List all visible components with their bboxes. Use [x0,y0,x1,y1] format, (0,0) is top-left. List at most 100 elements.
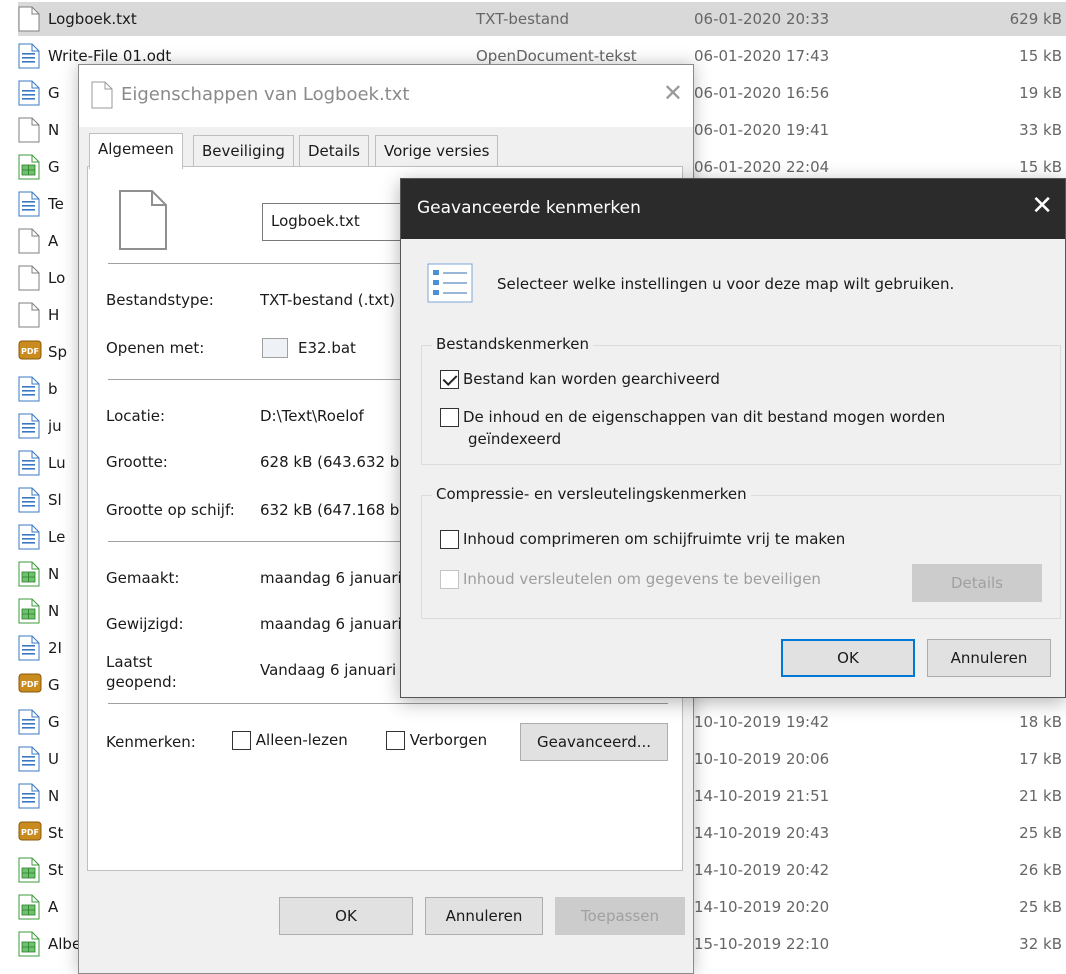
file-date: 06-01-2020 16:56 [694,84,830,102]
advanced-intro-text: Selecteer welke instellingen u voor deze… [497,275,955,293]
properties-title: Eigenschappen van Logboek.txt [121,84,410,105]
tab-algemeen[interactable]: Algemeen [89,133,183,169]
properties-close-button[interactable]: ✕ [663,79,683,107]
spreadsheet-file-icon [18,857,42,883]
type-label: Bestandstype: [106,291,214,309]
text-file-icon [18,6,42,32]
details-button[interactable]: Details [912,564,1042,602]
encrypt-option[interactable]: Inhoud versleutelen om gegevens te bevei… [440,570,821,589]
spreadsheet-file-icon [18,154,42,180]
file-size: 19 kB [1019,84,1062,102]
svg-text:PDF: PDF [21,828,39,837]
advanced-titlebar[interactable]: Geavanceerde kenmerken ✕ [401,179,1065,239]
location-value: D:\Text\Roelof [260,407,364,425]
document-file-icon [18,487,42,513]
spreadsheet-file-icon [18,894,42,920]
file-date: 06-01-2020 22:04 [694,158,830,176]
encrypt-checkbox[interactable] [440,570,459,589]
file-date: 06-01-2020 17:43 [694,47,830,65]
hidden-checkbox[interactable] [386,731,405,750]
readonly-label: Alleen-lezen [255,731,348,749]
file-attributes-group: Bestandskenmerken Bestand kan worden gea… [421,335,1061,465]
archive-checkbox[interactable] [440,370,459,389]
opens-with-label: Openen met: [106,339,205,357]
type-value: TXT-bestand (.txt) [260,291,395,309]
accessed-label-line2: geopend: [106,673,177,691]
encrypt-label: Inhoud versleutelen om gegevens te bevei… [463,570,821,588]
compress-checkbox[interactable] [440,530,459,549]
text-file-icon [91,81,113,113]
index-label-line1: De inhoud en de eigenschappen van dit be… [463,408,946,426]
tab-vorige-versies[interactable]: Vorige versies [375,135,499,167]
document-file-icon [18,191,42,217]
hidden-option[interactable]: Verborgen [386,731,487,750]
location-label: Locatie: [106,407,166,425]
text-file-icon [18,302,42,328]
document-file-icon [18,450,42,476]
accessed-label-line1: Laatst [106,653,153,671]
index-option[interactable]: De inhoud en de eigenschappen van dit be… [440,408,945,427]
index-checkbox[interactable] [440,408,459,427]
file-size: 629 kB [1009,10,1062,28]
advanced-close-button[interactable]: ✕ [1031,191,1053,221]
pdf-file-icon: PDF [18,672,42,698]
svg-text:PDF: PDF [21,680,39,689]
separator [108,703,668,704]
document-file-icon [18,783,42,809]
readonly-checkbox[interactable] [232,731,251,750]
opens-with-value: E32.bat [298,339,356,357]
apply-button[interactable]: Toepassen [555,897,685,935]
modified-label: Gewijzigd: [106,615,184,633]
document-file-icon [18,524,42,550]
document-file-icon [18,80,42,106]
document-file-icon [18,635,42,661]
properties-titlebar[interactable]: Eigenschappen van Logboek.txt ✕ [79,65,693,127]
advanced-ok-button[interactable]: OK [781,639,915,677]
advanced-button[interactable]: Geavanceerd... [520,723,668,761]
file-date: 10-10-2019 20:06 [694,750,830,768]
file-name: Write-File 01.odt [48,47,172,65]
compression-legend: Compressie- en versleutelingskenmerken [432,485,751,503]
document-file-icon [18,43,42,69]
compress-option[interactable]: Inhoud comprimeren om schijfruimte vrij … [440,530,845,549]
batch-file-icon [262,338,288,358]
file-type: TXT-bestand [476,10,570,28]
file-date: 14-10-2019 20:43 [694,824,830,842]
advanced-cancel-button[interactable]: Annuleren [927,639,1051,677]
file-date: 14-10-2019 20:42 [694,861,830,879]
hidden-label: Verborgen [409,731,488,749]
compression-group: Compressie- en versleutelingskenmerken I… [421,485,1061,619]
ok-button[interactable]: OK [279,897,413,935]
advanced-title: Geavanceerde kenmerken [417,198,641,218]
document-file-icon [18,746,42,772]
text-file-icon [18,117,42,143]
tab-details[interactable]: Details [299,135,370,167]
attributes-label: Kenmerken: [106,733,196,751]
text-file-icon [118,189,168,255]
tab-beveiliging[interactable]: Beveiliging [193,135,294,167]
size-on-disk-label: Grootte op schijf: [106,501,235,519]
document-file-icon [18,376,42,402]
file-date: 14-10-2019 20:20 [694,898,830,916]
file-date: 06-01-2020 20:33 [694,10,830,28]
svg-text:PDF: PDF [21,347,39,356]
file-date: 10-10-2019 19:42 [694,713,830,731]
archive-option[interactable]: Bestand kan worden gearchiveerd [440,370,720,389]
cancel-button[interactable]: Annuleren [425,897,543,935]
document-file-icon [18,709,42,735]
file-row[interactable]: Logboek.txt TXT-bestand 06-01-2020 20:33 62… [18,2,1066,36]
file-date: 14-10-2019 21:51 [694,787,830,805]
file-size: 26 kB [1019,861,1062,879]
file-type: OpenDocument-tekst [476,47,637,65]
file-size: 17 kB [1019,750,1062,768]
file-size: 21 kB [1019,787,1062,805]
file-size: 15 kB [1019,158,1062,176]
readonly-option[interactable]: Alleen-lezen [232,731,348,750]
file-size: 32 kB [1019,935,1062,953]
text-file-icon [18,228,42,254]
settings-list-icon [427,263,473,307]
pdf-file-icon: PDF [18,339,42,365]
text-file-icon [18,265,42,291]
spreadsheet-file-icon [18,931,42,957]
size-label: Grootte: [106,453,168,471]
